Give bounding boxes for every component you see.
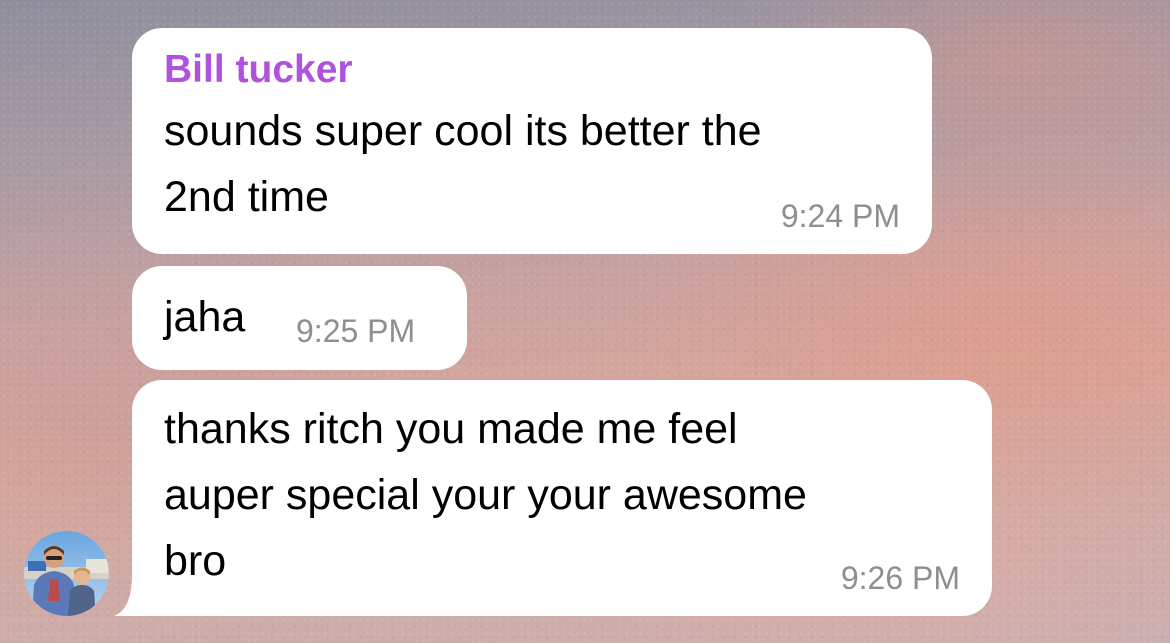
message-text: jaha <box>164 293 246 341</box>
message-bubble[interactable]: thanks ritch you made me feel auper spec… <box>132 380 992 616</box>
sender-name[interactable]: Bill tucker <box>164 48 353 92</box>
message-text: thanks ritch you made me feel auper spec… <box>164 405 807 585</box>
message-bubble[interactable]: jaha 9:25 PM <box>132 266 467 370</box>
message-text: sounds super cool its better the 2nd tim… <box>164 107 762 221</box>
user-avatar-icon <box>24 531 109 616</box>
message-timestamp: 9:25 PM <box>296 313 416 349</box>
message-timestamp: 9:26 PM <box>840 560 960 596</box>
sender-avatar[interactable] <box>24 531 109 616</box>
message-bubble[interactable]: Bill tucker sounds super cool its better… <box>132 28 932 254</box>
message-timestamp: 9:24 PM <box>780 198 900 234</box>
